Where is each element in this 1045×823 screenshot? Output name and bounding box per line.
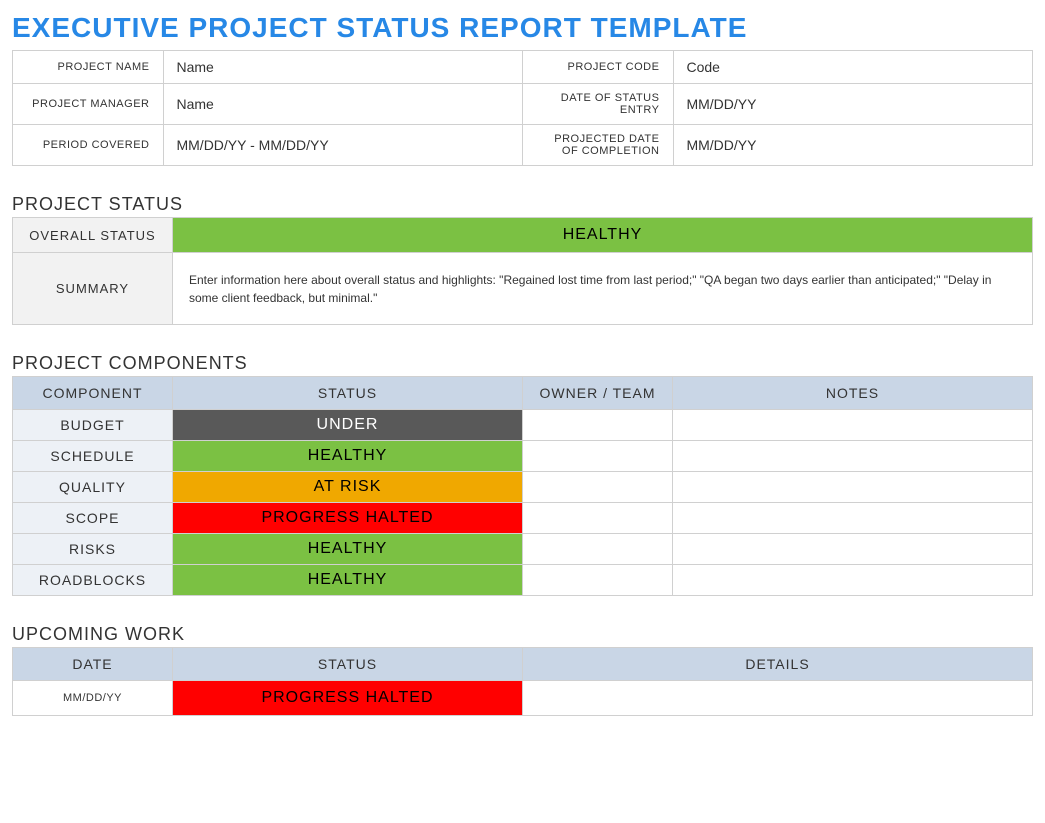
col-status-upcoming: STATUS	[173, 648, 523, 681]
project-info-table: PROJECT NAME Name PROJECT CODE Code PROJ…	[12, 50, 1033, 166]
project-status-table: OVERALL STATUS HEALTHY SUMMARY Enter inf…	[12, 217, 1033, 325]
component-status[interactable]: HEALTHY	[173, 534, 523, 565]
component-notes[interactable]	[673, 534, 1033, 565]
component-name: BUDGET	[13, 410, 173, 441]
upcoming-details[interactable]	[523, 681, 1033, 716]
col-owner: OWNER / TEAM	[523, 377, 673, 410]
col-notes: NOTES	[673, 377, 1033, 410]
period-covered-value[interactable]: MM/DD/YY - MM/DD/YY	[164, 125, 523, 166]
col-date: DATE	[13, 648, 173, 681]
project-components-heading: PROJECT COMPONENTS	[12, 353, 1033, 374]
component-row: QUALITYAT RISK	[13, 472, 1033, 503]
component-row: RISKSHEALTHY	[13, 534, 1033, 565]
component-owner[interactable]	[523, 410, 673, 441]
col-status: STATUS	[173, 377, 523, 410]
component-name: QUALITY	[13, 472, 173, 503]
component-status[interactable]: HEALTHY	[173, 565, 523, 596]
upcoming-work-table: DATE STATUS DETAILS MM/DD/YYPROGRESS HAL…	[12, 647, 1033, 716]
project-status-heading: PROJECT STATUS	[12, 194, 1033, 215]
col-component: COMPONENT	[13, 377, 173, 410]
project-name-value[interactable]: Name	[164, 51, 523, 84]
overall-status-value[interactable]: HEALTHY	[173, 218, 1033, 253]
component-notes[interactable]	[673, 503, 1033, 534]
projected-date-label: PROJECTED DATE OF COMPLETION	[522, 125, 673, 166]
upcoming-row: MM/DD/YYPROGRESS HALTED	[13, 681, 1033, 716]
date-status-label: DATE OF STATUS ENTRY	[522, 84, 673, 125]
project-manager-label: PROJECT MANAGER	[13, 84, 164, 125]
projected-date-value[interactable]: MM/DD/YY	[674, 125, 1033, 166]
component-status[interactable]: UNDER	[173, 410, 523, 441]
summary-label: SUMMARY	[13, 253, 173, 325]
component-owner[interactable]	[523, 441, 673, 472]
overall-status-label: OVERALL STATUS	[13, 218, 173, 253]
project-code-value[interactable]: Code	[674, 51, 1033, 84]
component-owner[interactable]	[523, 534, 673, 565]
upcoming-status[interactable]: PROGRESS HALTED	[173, 681, 523, 716]
component-notes[interactable]	[673, 472, 1033, 503]
date-status-value[interactable]: MM/DD/YY	[674, 84, 1033, 125]
page-title: EXECUTIVE PROJECT STATUS REPORT TEMPLATE	[12, 12, 1033, 44]
component-notes[interactable]	[673, 441, 1033, 472]
component-name: ROADBLOCKS	[13, 565, 173, 596]
component-status[interactable]: AT RISK	[173, 472, 523, 503]
component-row: BUDGETUNDER	[13, 410, 1033, 441]
period-covered-label: PERIOD COVERED	[13, 125, 164, 166]
component-owner[interactable]	[523, 503, 673, 534]
component-name: SCHEDULE	[13, 441, 173, 472]
component-status[interactable]: PROGRESS HALTED	[173, 503, 523, 534]
upcoming-work-heading: UPCOMING WORK	[12, 624, 1033, 645]
upcoming-date[interactable]: MM/DD/YY	[13, 681, 173, 716]
component-status[interactable]: HEALTHY	[173, 441, 523, 472]
project-components-table: COMPONENT STATUS OWNER / TEAM NOTES BUDG…	[12, 376, 1033, 596]
summary-text[interactable]: Enter information here about overall sta…	[173, 253, 1033, 325]
component-notes[interactable]	[673, 565, 1033, 596]
component-owner[interactable]	[523, 472, 673, 503]
component-owner[interactable]	[523, 565, 673, 596]
col-details: DETAILS	[523, 648, 1033, 681]
component-name: RISKS	[13, 534, 173, 565]
project-code-label: PROJECT CODE	[522, 51, 673, 84]
component-row: ROADBLOCKSHEALTHY	[13, 565, 1033, 596]
component-row: SCOPEPROGRESS HALTED	[13, 503, 1033, 534]
component-name: SCOPE	[13, 503, 173, 534]
component-row: SCHEDULEHEALTHY	[13, 441, 1033, 472]
project-manager-value[interactable]: Name	[164, 84, 523, 125]
component-notes[interactable]	[673, 410, 1033, 441]
project-name-label: PROJECT NAME	[13, 51, 164, 84]
